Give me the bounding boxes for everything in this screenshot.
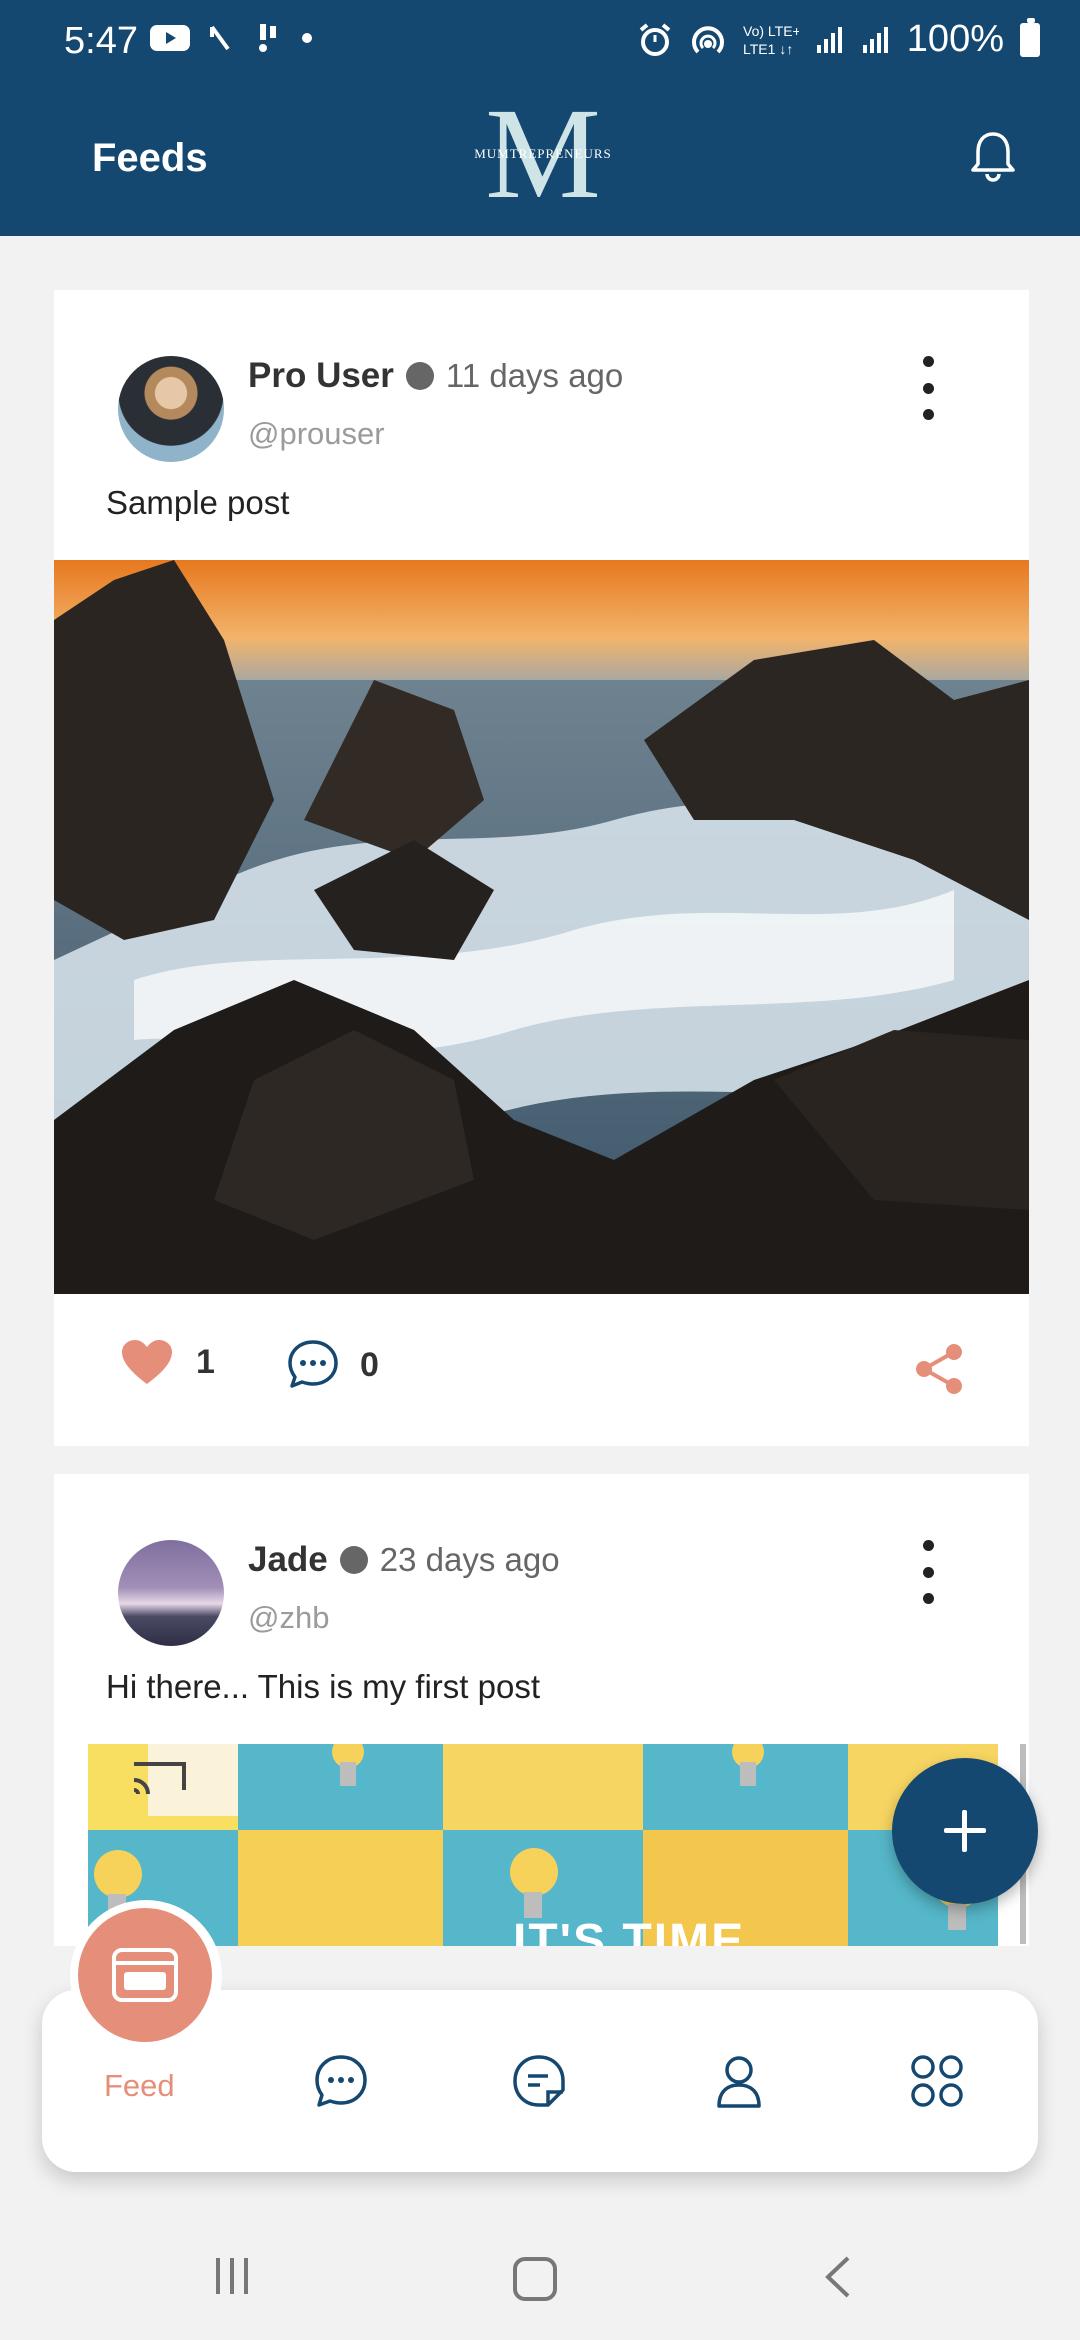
app-header: 5:47 Vo) LTE+ LTE1 ↓↑ 100% Feeds M MUMTRE… xyxy=(0,0,1080,236)
post-time-ago: 23 days ago xyxy=(379,1541,560,1578)
post-text: Sample post xyxy=(106,484,290,521)
status-bar: 5:47 Vo) LTE+ LTE1 ↓↑ 100% xyxy=(0,0,1080,86)
battery-icon xyxy=(1020,17,1040,57)
home-icon[interactable] xyxy=(512,2256,558,2302)
avatar[interactable] xyxy=(118,356,224,462)
battery-percent: 100% xyxy=(906,18,1004,60)
post-author-handle: @prouser xyxy=(248,416,385,451)
logo-wordmark: MUMTREPRENEURS xyxy=(474,146,612,161)
signal-icon-2 xyxy=(862,26,888,53)
svg-text:LTE1 ↓↑: LTE1 ↓↑ xyxy=(743,41,793,57)
post-actions: 1 0 xyxy=(54,1294,1029,1446)
signal-slash-icon xyxy=(210,25,230,51)
comment-button[interactable]: 0 xyxy=(286,1338,379,1392)
post-author-handle: @zhb xyxy=(248,1600,330,1635)
status-time: 5:47 xyxy=(64,20,138,62)
add-post-button[interactable] xyxy=(892,1758,1038,1904)
sports-icon xyxy=(259,24,276,52)
dot-icon xyxy=(302,33,312,43)
seascape-image xyxy=(54,560,1029,1294)
more-options-icon[interactable] xyxy=(918,1540,938,1604)
post-author-line: Jade 23 days ago xyxy=(248,1540,560,1580)
like-count: 1 xyxy=(196,1342,215,1381)
svg-text:Vo) LTE+: Vo) LTE+ xyxy=(743,23,799,39)
profile-icon[interactable] xyxy=(710,2052,768,2110)
comment-icon xyxy=(288,1340,338,1388)
heart-icon xyxy=(122,1340,172,1384)
app-logo: M MUMTREPRENEURS xyxy=(468,89,618,219)
share-icon[interactable] xyxy=(912,1342,966,1396)
system-nav-bar xyxy=(0,2196,1080,2340)
youtube-icon xyxy=(150,25,190,51)
page-title: Feeds xyxy=(92,136,208,180)
post-text: Hi there... This is my first post xyxy=(106,1668,540,1705)
comment-count: 0 xyxy=(360,1345,379,1384)
signal-icon-1 xyxy=(816,26,842,53)
post-image[interactable]: IT'S TIME xyxy=(88,1744,998,1946)
hotspot-icon xyxy=(691,25,724,53)
status-right-icons: Vo) LTE+ LTE1 ↓↑ 100% xyxy=(637,17,1040,61)
separator-dot xyxy=(339,1546,368,1574)
avatar[interactable] xyxy=(118,1540,224,1646)
image-overlay-text: IT'S TIME xyxy=(513,1915,746,1946)
status-left-icons xyxy=(150,22,314,54)
alarm-icon xyxy=(639,22,671,56)
post-time-ago: 11 days ago xyxy=(445,357,624,394)
notes-icon[interactable] xyxy=(510,2052,568,2110)
network-type-icon: Vo) LTE+ LTE1 ↓↑ xyxy=(743,23,799,57)
post-author-line: Pro User 11 days ago xyxy=(248,356,623,396)
tab-feed-label[interactable]: Feed xyxy=(104,2068,175,2104)
recent-apps-icon[interactable] xyxy=(210,2254,254,2298)
post-image[interactable] xyxy=(54,560,1029,1294)
post-author-name[interactable]: Pro User xyxy=(248,356,394,396)
bell-icon[interactable] xyxy=(968,128,1018,184)
post-card[interactable]: Pro User 11 days ago @prouser Sample pos… xyxy=(54,290,1029,1446)
chat-icon[interactable] xyxy=(312,2052,370,2110)
like-button[interactable]: 1 xyxy=(120,1338,215,1386)
feed-icon xyxy=(112,1948,178,2002)
tab-feed[interactable] xyxy=(78,1908,212,2042)
post-author-name[interactable]: Jade xyxy=(248,1540,328,1580)
post-card[interactable]: Jade 23 days ago @zhb Hi there... This i… xyxy=(54,1474,1029,1946)
separator-dot xyxy=(405,362,434,390)
apps-grid-icon[interactable] xyxy=(908,2052,966,2110)
more-options-icon[interactable] xyxy=(918,356,938,420)
back-icon[interactable] xyxy=(820,2254,854,2300)
